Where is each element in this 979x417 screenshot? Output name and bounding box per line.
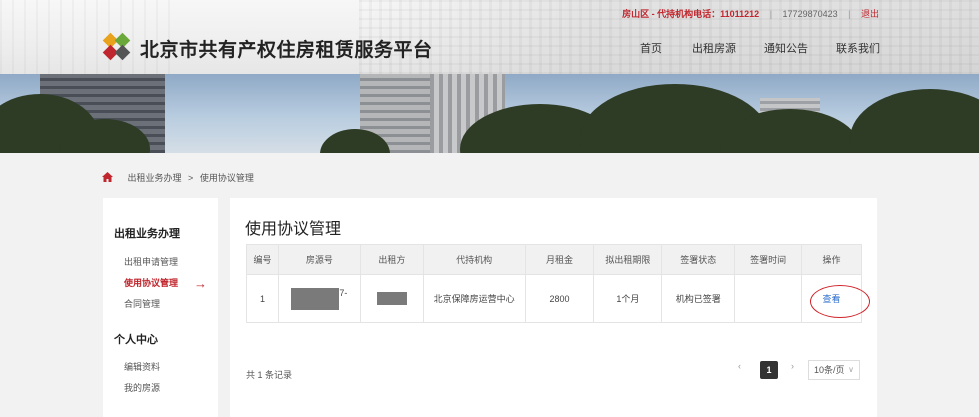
logo-icon[interactable] bbox=[102, 32, 131, 61]
column-header: 月租金 bbox=[524, 244, 595, 275]
main-panel: 使用协议管理 编号 房源号 出租方 代持机构 月租金 拟出租期限 签署状态 签署… bbox=[230, 198, 877, 417]
cell-rent: 2800 bbox=[524, 274, 595, 323]
redacted-block bbox=[376, 292, 407, 305]
hotline-text: 房山区 - 代持机构电话：11011212 bbox=[622, 9, 760, 19]
arrow-right-icon: → bbox=[194, 276, 207, 291]
sidebar-item-contracts[interactable]: 合同管理 bbox=[124, 297, 160, 310]
highlight-circle bbox=[810, 285, 870, 318]
logout-link[interactable]: 退出 bbox=[861, 9, 879, 19]
column-header: 操作 bbox=[801, 244, 862, 275]
breadcrumb: 出租业务办理 > 使用协议管理 bbox=[102, 171, 254, 184]
home-icon[interactable] bbox=[102, 172, 113, 182]
breadcrumb-separator: > bbox=[188, 173, 194, 183]
site-title[interactable]: 北京市共有产权住房租赁服务平台 bbox=[140, 35, 433, 62]
cell-status: 机构已签署 bbox=[661, 274, 736, 323]
sidebar-heading-personal: 个人中心 bbox=[114, 334, 158, 346]
site-header: 房山区 - 代持机构电话：11011212 | 17729870423 | 退出… bbox=[0, 0, 979, 74]
page-title: 使用协议管理 bbox=[245, 221, 342, 238]
nav-contact[interactable]: 联系我们 bbox=[836, 40, 880, 56]
cell-term: 1个月 bbox=[593, 274, 663, 323]
column-header: 编号 bbox=[246, 244, 279, 275]
breadcrumb-item[interactable]: 出租业务办理 bbox=[128, 173, 182, 183]
page-button-current[interactable]: 1 bbox=[760, 361, 778, 379]
record-count: 共 1 条记录 bbox=[246, 370, 293, 380]
sidebar-item-rental-applications[interactable]: 出租申请管理 bbox=[124, 255, 178, 268]
cell-house-id: 7- bbox=[277, 274, 361, 323]
table-header-row: 编号 房源号 出租方 代持机构 月租金 拟出租期限 签署状态 签署时间 操作 bbox=[246, 244, 862, 275]
column-header: 代持机构 bbox=[422, 244, 526, 275]
chevron-left-icon[interactable]: ‹ bbox=[738, 361, 741, 371]
agreements-table: 编号 房源号 出租方 代持机构 月租金 拟出租期限 签署状态 签署时间 操作 1… bbox=[246, 244, 862, 323]
user-phone[interactable]: 17729870423 bbox=[783, 9, 838, 19]
nav-rental-listings[interactable]: 出租房源 bbox=[692, 40, 736, 56]
house-id-suffix: 7- bbox=[339, 287, 348, 298]
table-row: 1 7- 北京保障房运营中心 2800 1个月 机构已签署 查看 bbox=[246, 274, 862, 323]
sidebar-item-usage-agreements[interactable]: 使用协议管理 bbox=[124, 276, 178, 289]
sidebar-heading-rental: 出租业务办理 bbox=[114, 228, 180, 240]
page-size-select[interactable]: 10条/页 ∨ bbox=[808, 360, 860, 380]
nav-home[interactable]: 首页 bbox=[640, 40, 662, 56]
cell-sign-time bbox=[734, 274, 803, 323]
sidebar-item-edit-profile[interactable]: 编辑资料 bbox=[124, 360, 160, 373]
nav-notices[interactable]: 通知公告 bbox=[764, 40, 808, 56]
page-size-value: 10条/页 bbox=[814, 365, 845, 375]
topbar: 房山区 - 代持机构电话：11011212 | 17729870423 | 退出 bbox=[622, 9, 879, 19]
banner-image bbox=[0, 74, 979, 153]
column-header: 出租方 bbox=[359, 244, 424, 275]
sidebar: 出租业务办理 出租申请管理 使用协议管理 → 合同管理 个人中心 编辑资料 我的… bbox=[103, 198, 218, 417]
cell-lessor bbox=[359, 274, 424, 323]
column-header: 签署时间 bbox=[734, 244, 803, 275]
column-header: 拟出租期限 bbox=[593, 244, 663, 275]
column-header: 房源号 bbox=[277, 244, 361, 275]
chevron-down-icon: ∨ bbox=[848, 365, 854, 374]
sidebar-item-my-listings[interactable]: 我的房源 bbox=[124, 381, 160, 394]
cell-agency: 北京保障房运营中心 bbox=[422, 274, 526, 323]
chevron-right-icon[interactable]: › bbox=[791, 361, 794, 371]
column-header: 签署状态 bbox=[661, 244, 736, 275]
redacted-block bbox=[291, 287, 340, 310]
breadcrumb-current: 使用协议管理 bbox=[199, 173, 254, 183]
cell-no: 1 bbox=[246, 274, 279, 323]
